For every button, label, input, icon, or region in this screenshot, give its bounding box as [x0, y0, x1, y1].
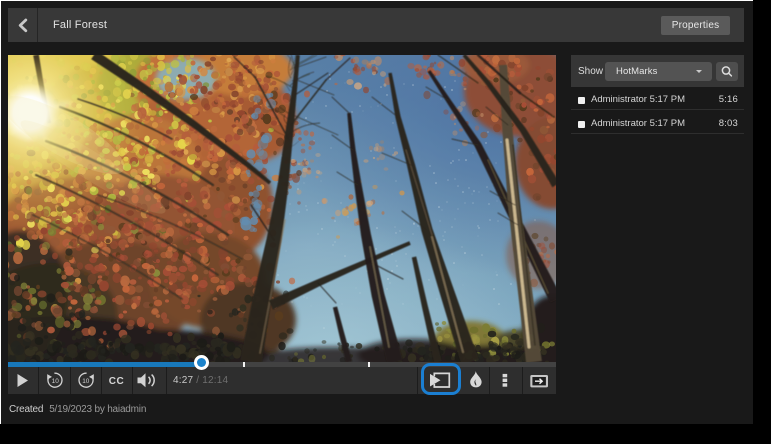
- svg-text:CC: CC: [109, 376, 124, 387]
- svg-text:10: 10: [52, 378, 60, 385]
- svg-text:10: 10: [82, 378, 90, 385]
